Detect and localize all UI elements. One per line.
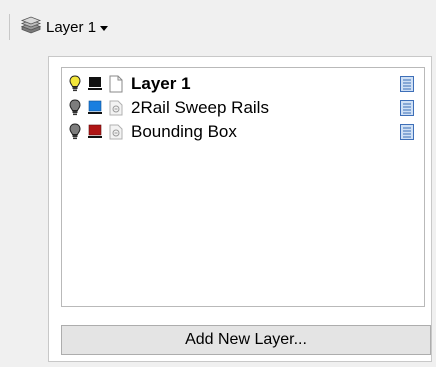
layer-stack-icon [20,16,42,38]
linked-document-icon [109,123,123,141]
layer-row-2rail-sweep-rails[interactable]: 2Rail Sweep Rails [62,96,424,120]
toolbar-separator [9,14,10,40]
layer-row-bounding-box[interactable]: Bounding Box [62,120,424,144]
material-icon[interactable] [400,76,414,92]
document-icon [109,75,123,93]
current-layer-label: Layer 1 [46,18,97,36]
layer-toolbar: Layer 1 [0,8,110,46]
lightbulb-off-icon[interactable] [68,99,82,117]
material-icon[interactable] [400,124,414,140]
layer-color-swatch[interactable] [88,100,102,116]
layer-panel-root: Layer 1 Layer 1 2Rail Sweep Rails Boundi… [0,0,436,367]
layers-panel: Layer 1 2Rail Sweep Rails Bounding Box A… [48,56,432,362]
layer-name: 2Rail Sweep Rails [131,98,269,117]
layer-row-layer-1[interactable]: Layer 1 [62,72,424,96]
add-new-layer-button[interactable]: Add New Layer... [61,325,431,355]
chevron-down-icon [100,25,109,31]
layer-color-swatch[interactable] [88,124,102,140]
lightbulb-off-icon[interactable] [68,123,82,141]
layer-name: Bounding Box [131,122,237,141]
lightbulb-on-icon[interactable] [68,75,82,93]
layer-color-swatch[interactable] [88,76,102,92]
current-layer-dropdown[interactable]: Layer 1 [18,14,110,40]
material-icon[interactable] [400,100,414,116]
layer-name: Layer 1 [131,74,191,93]
linked-document-icon [109,99,123,117]
layer-list[interactable]: Layer 1 2Rail Sweep Rails Bounding Box [61,67,425,307]
